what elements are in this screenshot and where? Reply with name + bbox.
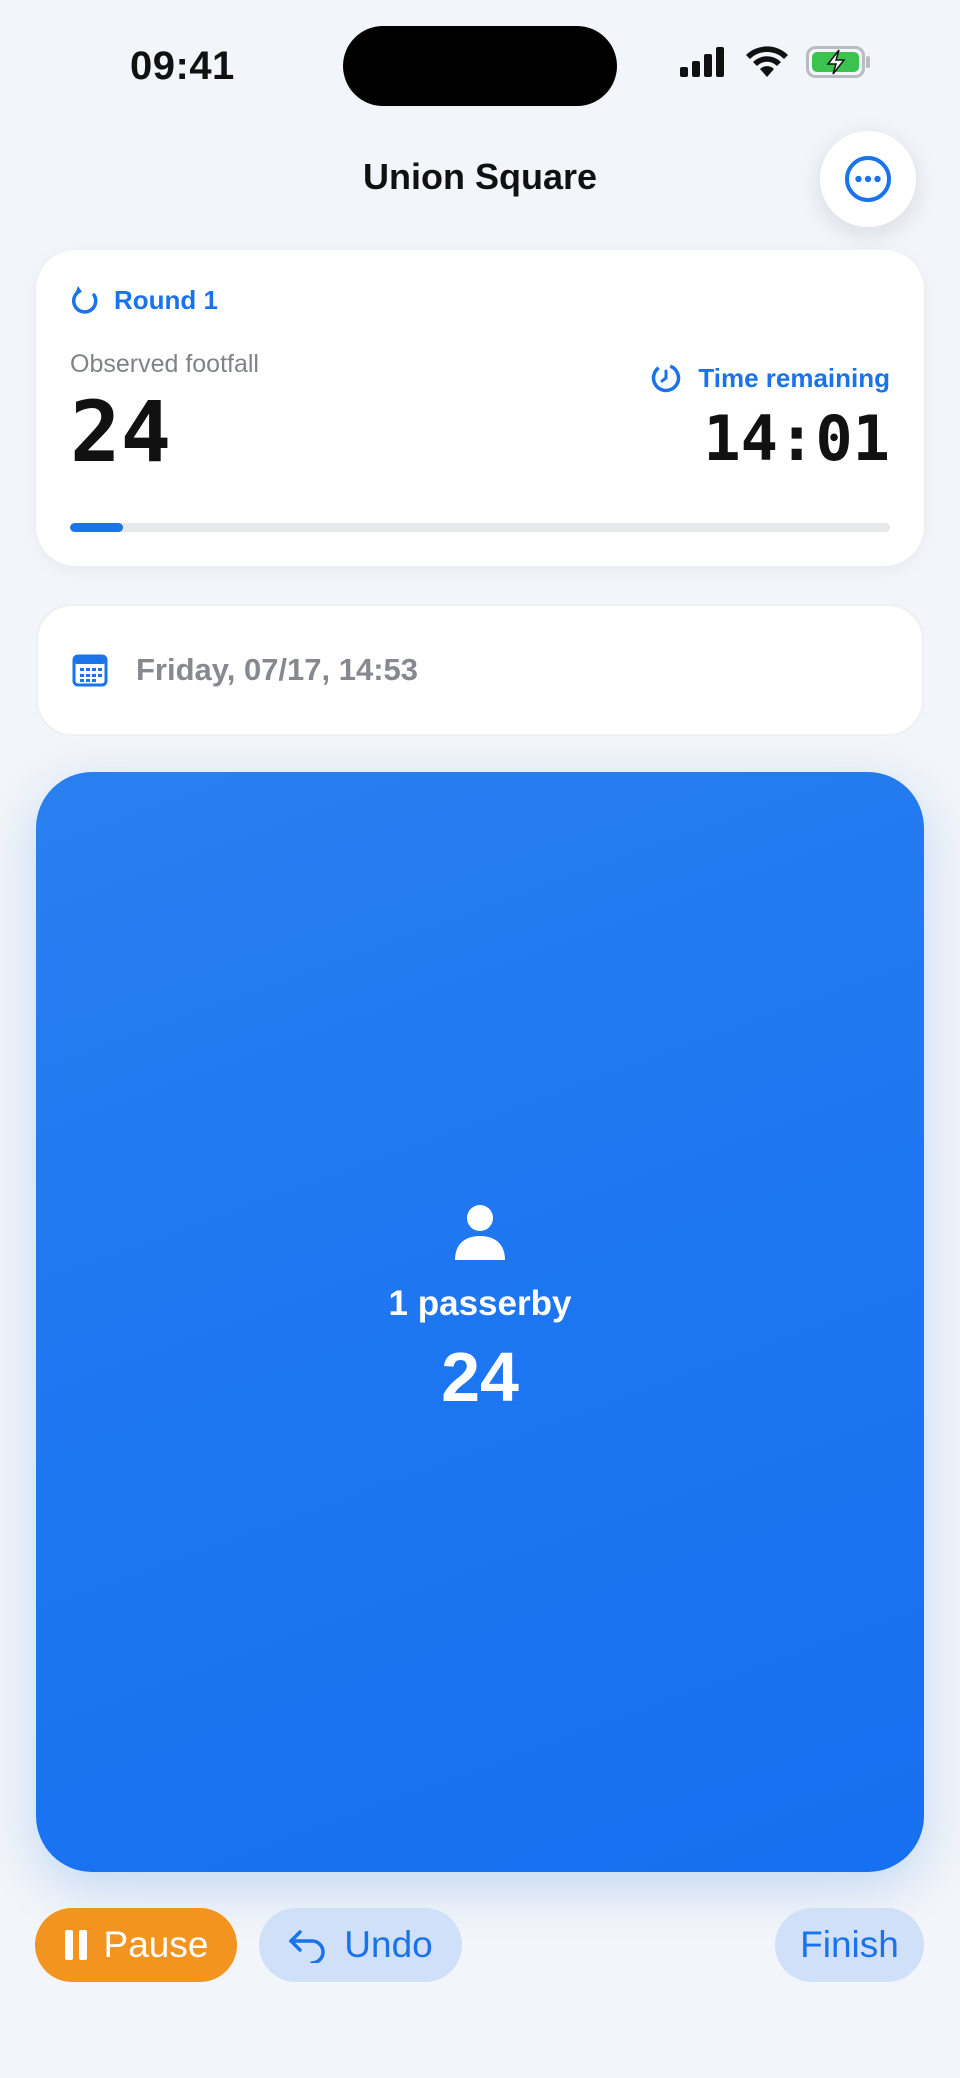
round-indicator: Round 1 [70,284,218,316]
refresh-icon [71,286,98,314]
pause-button[interactable]: Pause [35,1908,237,1982]
tap-to-count-area[interactable]: 1 passerby 24 [36,772,924,1872]
dynamic-island [343,26,617,106]
finish-button[interactable]: Finish [775,1908,924,1982]
pause-label: Pause [103,1924,209,1965]
undo-label: Undo [344,1924,433,1965]
page-title: Union Square [362,156,598,197]
timer-icon [652,363,681,393]
undo-button[interactable]: Undo [259,1908,462,1982]
footfall-label: Observed footfall [70,350,259,378]
session-summary-card: Round 1 Observed footfall 24 Time remain… [36,250,924,566]
round-label: Round 1 [114,284,218,315]
more-options-button[interactable] [820,131,916,227]
battery-charging-icon [806,46,870,78]
status-bar: 09:41 [0,0,960,132]
cellular-signal-icon [680,47,724,77]
ellipsis-circle-icon [845,156,891,202]
status-time: 09:41 [130,44,235,88]
footfall-counter-screen: 09:41 Union Square Round 1 Observed foot… [0,0,960,2078]
undo-icon [289,1930,325,1963]
pause-icon [64,1930,87,1960]
finish-label: Finish [800,1924,899,1965]
session-progress-bar [70,523,890,532]
time-remaining-label: Time remaining [698,362,890,393]
date-selector[interactable]: Friday, 07/17, 14:53 [36,604,924,736]
tap-count: 24 [441,1338,519,1416]
wifi-icon [746,46,788,77]
person-icon [455,1205,505,1260]
session-progress-fill [70,523,124,532]
calendar-icon [72,654,108,687]
footfall-value: 24 [70,383,172,481]
date-text: Friday, 07/17, 14:53 [136,652,419,687]
time-remaining-header: Time remaining [650,362,890,394]
time-remaining-value: 14:01 [703,402,890,475]
tap-label: 1 passerby [388,1284,572,1323]
status-icons [680,46,872,78]
tap-content: 1 passerby 24 [36,1204,924,1412]
